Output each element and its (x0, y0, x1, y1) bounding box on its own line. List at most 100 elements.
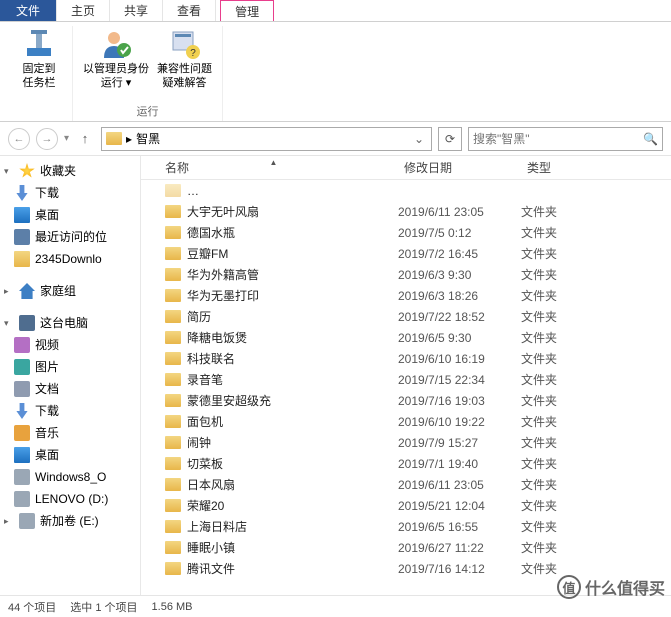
sidebar-downloads2[interactable]: 下载 (0, 400, 140, 422)
nav-history-button[interactable]: ▾ (64, 133, 69, 144)
sidebar-thispc[interactable]: ▾这台电脑 (0, 312, 140, 334)
file-date: 2019/7/9 15:27 (398, 436, 521, 450)
list-item[interactable]: 睡眠小镇2019/6/27 11:22文件夹 (141, 537, 671, 558)
folder-icon (165, 205, 181, 218)
list-item[interactable]: 荣耀202019/5/21 12:04文件夹 (141, 495, 671, 516)
file-type: 文件夹 (521, 497, 671, 514)
status-size: 1.56 MB (152, 601, 193, 613)
run-as-admin-button[interactable]: 以管理员身份 运行 ▾ (79, 26, 153, 101)
address-input[interactable] (136, 132, 407, 146)
list-item[interactable]: 德国水瓶2019/7/5 0:12文件夹 (141, 222, 671, 243)
sidebar-2345[interactable]: 2345Downlo (0, 248, 140, 270)
tab-home[interactable]: 主页 (57, 0, 110, 21)
nav-forward-button[interactable]: → (36, 128, 58, 150)
file-name: 蒙德里安超级充 (187, 392, 271, 409)
sidebar-music[interactable]: 音乐 (0, 422, 140, 444)
music-icon (14, 425, 30, 441)
folder-icon (165, 289, 181, 302)
folder-icon (165, 331, 181, 344)
file-name: 华为外籍高管 (187, 266, 259, 283)
tab-file[interactable]: 文件 (0, 0, 57, 21)
list-item[interactable]: 面包机2019/6/10 19:22文件夹 (141, 411, 671, 432)
sidebar-favorites[interactable]: ▾收藏夹 (0, 160, 140, 182)
list-item[interactable]: 科技联名2019/6/10 16:19文件夹 (141, 348, 671, 369)
download-icon (14, 403, 30, 419)
status-selection: 选中 1 个项目 (70, 599, 137, 615)
file-date: 2019/7/22 18:52 (398, 310, 521, 324)
file-type: 文件夹 (521, 245, 671, 262)
file-type: 文件夹 (521, 518, 671, 535)
col-date[interactable]: 修改日期 (398, 159, 521, 176)
list-item[interactable]: 华为无墨打印2019/6/3 18:26文件夹 (141, 285, 671, 306)
sidebar-drive-e[interactable]: ▸新加卷 (E:) (0, 510, 140, 532)
col-name[interactable]: ▲名称 (141, 159, 398, 176)
sidebar-downloads[interactable]: 下载 (0, 182, 140, 204)
sidebar-desktop2[interactable]: 桌面 (0, 444, 140, 466)
compat-troubleshoot-button[interactable]: ? 兼容性问题 疑难解答 (153, 26, 216, 101)
list-item[interactable]: 上海日料店2019/6/5 16:55文件夹 (141, 516, 671, 537)
list-item[interactable]: 降糖电饭煲2019/6/5 9:30文件夹 (141, 327, 671, 348)
desktop-icon (14, 447, 30, 463)
file-name: 豆瓣FM (187, 245, 228, 262)
nav-pane: ▾收藏夹 下载 桌面 最近访问的位 2345Downlo ▸家庭组 ▾这台电脑 … (0, 156, 141, 596)
list-item[interactable]: 日本风扇2019/6/11 23:05文件夹 (141, 474, 671, 495)
sidebar-desktop[interactable]: 桌面 (0, 204, 140, 226)
col-type[interactable]: 类型 (521, 159, 671, 176)
list-item[interactable]: 录音笔2019/7/15 22:34文件夹 (141, 369, 671, 390)
list-item[interactable]: 切菜板2019/7/1 19:40文件夹 (141, 453, 671, 474)
search-box[interactable]: 🔍 (468, 127, 663, 151)
sidebar-documents[interactable]: 文档 (0, 378, 140, 400)
file-date: 2019/6/27 11:22 (398, 541, 521, 555)
list-item[interactable]: 蒙德里安超级充2019/7/16 19:03文件夹 (141, 390, 671, 411)
list-item[interactable]: 简历2019/7/22 18:52文件夹 (141, 306, 671, 327)
tab-share[interactable]: 共享 (110, 0, 163, 21)
pc-icon (19, 315, 35, 331)
sidebar-drive-d[interactable]: LENOVO (D:) (0, 488, 140, 510)
nav-back-button[interactable]: ← (8, 128, 30, 150)
sidebar-homegroup[interactable]: ▸家庭组 (0, 280, 140, 302)
file-type: 文件夹 (521, 308, 671, 325)
folder-icon (165, 268, 181, 281)
file-name: 日本风扇 (187, 476, 235, 493)
list-item[interactable]: … (141, 180, 671, 201)
file-type: 文件夹 (521, 371, 671, 388)
status-bar: 44 个项目 选中 1 个项目 1.56 MB (0, 595, 671, 617)
file-type: 文件夹 (521, 434, 671, 451)
file-date: 2019/5/21 12:04 (398, 499, 521, 513)
search-input[interactable] (473, 132, 643, 146)
refresh-button[interactable]: ⟳ (438, 127, 462, 151)
address-dropdown[interactable]: ⌄ (411, 132, 427, 146)
list-item[interactable]: 大宇无叶风扇2019/6/11 23:05文件夹 (141, 201, 671, 222)
sort-asc-icon: ▲ (270, 158, 278, 167)
nav-up-button[interactable]: ↑ (75, 129, 95, 149)
search-icon[interactable]: 🔍 (643, 132, 658, 146)
svg-text:?: ? (190, 48, 196, 59)
folder-icon (165, 352, 181, 365)
folder-icon (165, 247, 181, 260)
list-item[interactable]: 腾讯文件2019/7/16 14:12文件夹 (141, 558, 671, 579)
tab-view[interactable]: 查看 (163, 0, 216, 21)
file-date: 2019/7/2 16:45 (398, 247, 521, 261)
file-date: 2019/7/5 0:12 (398, 226, 521, 240)
address-bar[interactable]: ▸ ⌄ (101, 127, 432, 151)
desktop-icon (14, 207, 30, 223)
folder-icon (165, 478, 181, 491)
file-date: 2019/6/5 16:55 (398, 520, 521, 534)
sidebar-video[interactable]: 视频 (0, 334, 140, 356)
list-item[interactable]: 华为外籍高管2019/6/3 9:30文件夹 (141, 264, 671, 285)
tab-manage[interactable]: 管理 (220, 0, 274, 21)
file-name: 腾讯文件 (187, 560, 235, 577)
sidebar-pictures[interactable]: 图片 (0, 356, 140, 378)
list-item[interactable]: 闹钟2019/7/9 15:27文件夹 (141, 432, 671, 453)
sidebar-recent[interactable]: 最近访问的位 (0, 226, 140, 248)
sidebar-drive-c[interactable]: Windows8_O (0, 466, 140, 488)
file-name: 睡眠小镇 (187, 539, 235, 556)
homegroup-icon (19, 283, 35, 299)
pin-to-taskbar-button[interactable]: 固定到 任务栏 (12, 26, 66, 105)
list-item[interactable]: 豆瓣FM 2019/7/2 16:45文件夹 (141, 243, 671, 264)
file-date: 2019/6/10 19:22 (398, 415, 521, 429)
file-name: 大宇无叶风扇 (187, 203, 259, 220)
file-type: 文件夹 (521, 350, 671, 367)
pictures-icon (14, 359, 30, 375)
folder-icon (106, 132, 122, 145)
